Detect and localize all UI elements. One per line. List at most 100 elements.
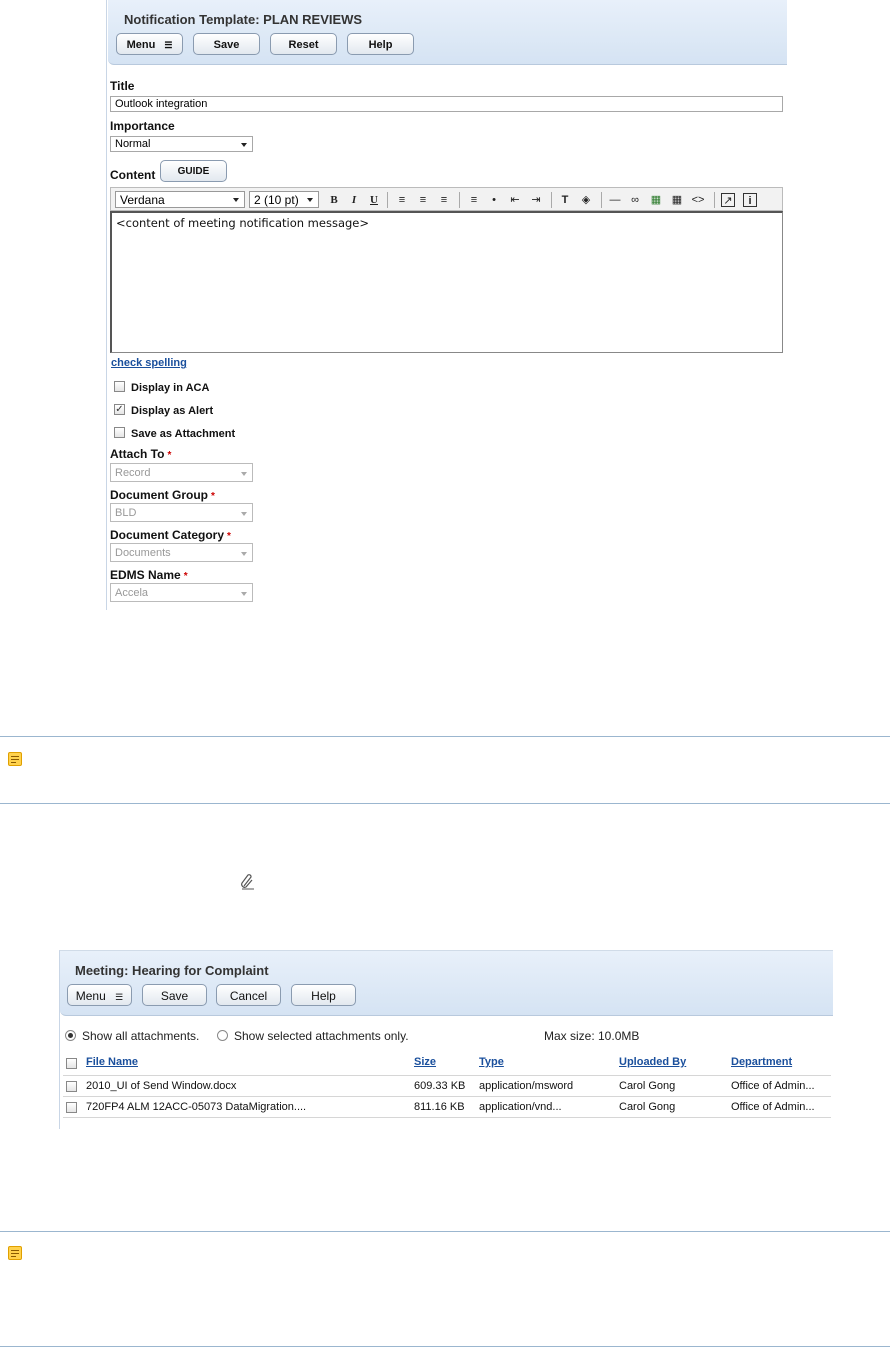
bold-icon[interactable]: B xyxy=(327,193,341,207)
edms-name-label-text: EDMS Name xyxy=(110,568,181,582)
save-button[interactable]: Save xyxy=(193,33,260,55)
menu-button-label: Menu xyxy=(126,39,156,51)
display-in-aca-checkbox[interactable] xyxy=(114,381,125,392)
chevron-down-icon xyxy=(241,143,247,147)
underline-icon[interactable]: U xyxy=(367,193,381,207)
italic-icon[interactable]: I xyxy=(347,193,361,207)
guide-button[interactable]: GUIDE xyxy=(160,160,227,182)
reset-button[interactable]: Reset xyxy=(270,33,337,55)
text-color-icon[interactable]: T xyxy=(558,193,572,207)
panel-header: Notification Template: PLAN REVIEWS Menu… xyxy=(108,0,787,65)
title-label: Title xyxy=(110,79,135,93)
row-checkbox[interactable] xyxy=(66,1081,77,1092)
size-value: 2 (10 pt) xyxy=(254,193,299,207)
info-icon[interactable]: i xyxy=(743,193,757,207)
uploaded-by: Carol Gong xyxy=(619,1101,676,1113)
attach-to-label: Attach To * xyxy=(110,447,171,461)
file-size: 609.33 KB xyxy=(414,1080,466,1092)
column-uploaded-by[interactable]: Uploaded By xyxy=(619,1056,686,1068)
toolbar-divider xyxy=(551,192,552,208)
save-as-attachment-checkbox[interactable] xyxy=(114,427,125,438)
required-marker: * xyxy=(167,450,172,461)
row-checkbox[interactable] xyxy=(66,1102,77,1113)
column-size[interactable]: Size xyxy=(414,1056,436,1068)
note-divider xyxy=(0,1231,890,1232)
note-divider xyxy=(0,803,890,804)
save-button[interactable]: Save xyxy=(142,984,207,1006)
show-all-radio[interactable] xyxy=(65,1030,76,1041)
select-all-checkbox[interactable] xyxy=(66,1058,77,1069)
note-icon xyxy=(8,1246,22,1260)
align-left-icon[interactable]: ≡ xyxy=(395,193,409,207)
display-as-alert-checkbox[interactable]: ✓ xyxy=(114,404,125,415)
file-type: application/vnd... xyxy=(479,1101,562,1113)
fullscreen-icon[interactable]: ↗ xyxy=(721,193,735,207)
panel-header: Meeting: Hearing for Complaint Menu ☰ Sa… xyxy=(60,951,833,1016)
title-input[interactable]: Outlook integration xyxy=(110,96,783,112)
edms-name-value: Accela xyxy=(115,587,149,599)
note-icon xyxy=(8,752,22,766)
attach-to-value: Record xyxy=(115,467,151,479)
content-label: Content xyxy=(110,168,156,182)
show-selected-label: Show selected attachments only. xyxy=(234,1029,409,1043)
table-icon[interactable]: ▦ xyxy=(670,193,684,207)
save-as-attachment-label: Save as Attachment xyxy=(131,428,236,440)
importance-value: Normal xyxy=(115,138,151,150)
editor-content: <content of meeting notification message… xyxy=(116,216,370,230)
check-spelling-link[interactable]: check spelling xyxy=(111,357,187,369)
document-category-label: Document Category * xyxy=(110,528,231,542)
help-button[interactable]: Help xyxy=(291,984,356,1006)
font-select[interactable]: Verdana xyxy=(115,191,245,208)
row-divider xyxy=(63,1096,831,1097)
menu-button[interactable]: Menu ☰ xyxy=(67,984,132,1006)
link-icon[interactable]: ∞ xyxy=(628,193,642,207)
uploaded-by: Carol Gong xyxy=(619,1080,676,1092)
row-divider xyxy=(63,1117,831,1118)
editor-toolbar: Verdana 2 (10 pt) B I U ≡ ≡ ≡ ≡ • ⇤ ⇥ T … xyxy=(110,187,783,211)
document-group-label: Document Group * xyxy=(110,488,215,502)
max-size-label: Max size: 10.0MB xyxy=(544,1029,640,1043)
content-editor[interactable]: <content of meeting notification message… xyxy=(110,211,783,353)
department: Office of Admin... xyxy=(731,1101,815,1113)
align-center-icon[interactable]: ≡ xyxy=(416,193,430,207)
menu-dropdown-icon: ☰ xyxy=(115,992,124,1002)
document-category-select[interactable]: Documents xyxy=(110,543,253,562)
ordered-list-icon[interactable]: ≡ xyxy=(467,193,481,207)
panel-title: Notification Template: PLAN REVIEWS xyxy=(124,12,363,27)
edms-name-select[interactable]: Accela xyxy=(110,583,253,602)
help-button[interactable]: Help xyxy=(347,33,414,55)
toolbar-divider xyxy=(601,192,602,208)
note-divider xyxy=(0,1346,890,1347)
background-color-icon[interactable]: ◈ xyxy=(579,193,593,207)
document-category-label-text: Document Category xyxy=(110,528,225,542)
chevron-down-icon xyxy=(307,198,313,202)
required-marker: * xyxy=(183,571,188,582)
source-code-icon[interactable]: <> xyxy=(691,193,705,207)
chevron-down-icon xyxy=(241,512,247,516)
horizontal-rule-icon[interactable]: — xyxy=(608,193,622,207)
chevron-down-icon xyxy=(241,472,247,476)
show-all-label: Show all attachments. xyxy=(82,1029,200,1043)
attach-to-select[interactable]: Record xyxy=(110,463,253,482)
importance-select[interactable]: Normal xyxy=(110,136,253,152)
font-value: Verdana xyxy=(120,193,165,207)
unordered-list-icon[interactable]: • xyxy=(487,193,501,207)
outdent-icon[interactable]: ⇤ xyxy=(508,193,522,207)
importance-label: Importance xyxy=(110,119,175,133)
menu-dropdown-icon: ☰ xyxy=(164,40,173,50)
column-file-name[interactable]: File Name xyxy=(86,1056,138,1068)
required-marker: * xyxy=(211,491,215,502)
indent-icon[interactable]: ⇥ xyxy=(529,193,543,207)
column-type[interactable]: Type xyxy=(479,1056,504,1068)
size-select[interactable]: 2 (10 pt) xyxy=(249,191,319,208)
align-right-icon[interactable]: ≡ xyxy=(437,193,451,207)
file-size: 811.16 KB xyxy=(414,1101,465,1113)
menu-button[interactable]: Menu ☰ xyxy=(116,33,183,55)
document-group-select[interactable]: BLD xyxy=(110,503,253,522)
show-selected-radio[interactable] xyxy=(217,1030,228,1041)
image-icon[interactable]: ▦ xyxy=(649,193,663,207)
note-divider xyxy=(0,736,890,737)
column-department[interactable]: Department xyxy=(731,1056,792,1068)
cancel-button[interactable]: Cancel xyxy=(216,984,281,1006)
display-in-aca-label: Display in ACA xyxy=(131,382,210,394)
